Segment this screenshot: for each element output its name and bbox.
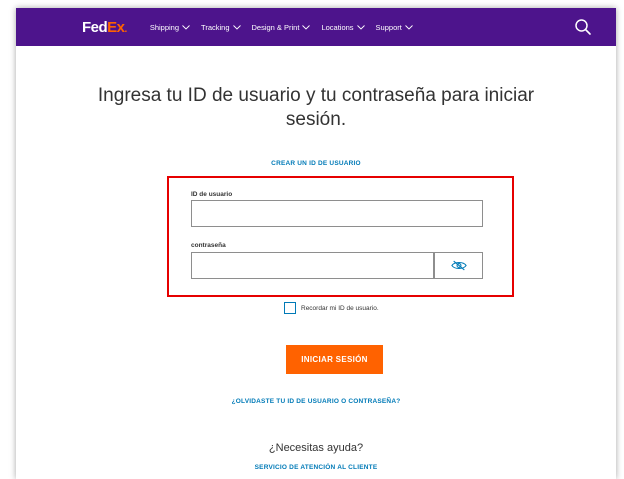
remember-me-row: Recordar mi ID de usuario. bbox=[284, 302, 379, 314]
remember-me-label[interactable]: Recordar mi ID de usuario. bbox=[301, 305, 379, 312]
nav-item-shipping[interactable]: Shipping bbox=[150, 23, 190, 32]
chevron-down-icon bbox=[405, 24, 413, 30]
browser-page: Fed Ex. Shipping Tracking Design & Print … bbox=[16, 8, 616, 479]
password-input[interactable] bbox=[191, 252, 434, 279]
remember-me-checkbox[interactable] bbox=[284, 302, 296, 314]
chevron-down-icon bbox=[356, 24, 365, 30]
nav-item-label: Shipping bbox=[149, 22, 180, 32]
create-user-id-link[interactable]: CREAR UN ID DE USUARIO bbox=[16, 160, 616, 167]
fedex-logo[interactable]: Fed Ex. bbox=[82, 19, 127, 36]
nav-menu: Shipping Tracking Design & Print Locatio… bbox=[150, 23, 413, 32]
password-label: contraseña bbox=[191, 242, 226, 249]
chevron-down-icon bbox=[302, 24, 311, 30]
search-button[interactable] bbox=[574, 18, 592, 36]
login-button[interactable]: INICIAR SESIÓN bbox=[286, 345, 383, 374]
nav-item-label: Tracking bbox=[201, 22, 230, 32]
help-heading: ¿Necesitas ayuda? bbox=[268, 442, 364, 454]
nav-item-label: Design & Print bbox=[251, 22, 300, 32]
top-navigation-bar: Fed Ex. Shipping Tracking Design & Print … bbox=[16, 8, 616, 46]
nav-item-tracking[interactable]: Tracking bbox=[201, 22, 241, 32]
nav-item-design-print[interactable]: Design & Print bbox=[252, 23, 311, 32]
chevron-down-icon bbox=[232, 24, 241, 30]
page-title: Ingresa tu ID de usuario y tu contraseña… bbox=[97, 85, 535, 130]
logo-ex-text: Ex bbox=[107, 18, 125, 36]
search-icon bbox=[575, 19, 591, 35]
eye-slash-icon bbox=[450, 260, 467, 271]
customer-service-link[interactable]: SERVICIO DE ATENCIÓN AL CLIENTE bbox=[16, 464, 616, 471]
nav-item-label: Locations bbox=[321, 22, 354, 32]
logo-dot: . bbox=[124, 23, 128, 35]
nav-item-label: Support bbox=[375, 22, 402, 32]
user-id-input[interactable] bbox=[191, 200, 483, 227]
nav-item-locations[interactable]: Locations bbox=[321, 22, 365, 32]
user-id-label: ID de usuario bbox=[191, 191, 233, 198]
logo-fed-text: Fed bbox=[82, 18, 108, 36]
show-password-toggle[interactable] bbox=[434, 252, 483, 279]
chevron-down-icon bbox=[182, 24, 190, 30]
nav-item-support[interactable]: Support bbox=[376, 23, 413, 32]
forgot-credentials-link[interactable]: ¿OLVIDASTE TU ID DE USUARIO O CONTRASEÑA… bbox=[16, 398, 616, 405]
